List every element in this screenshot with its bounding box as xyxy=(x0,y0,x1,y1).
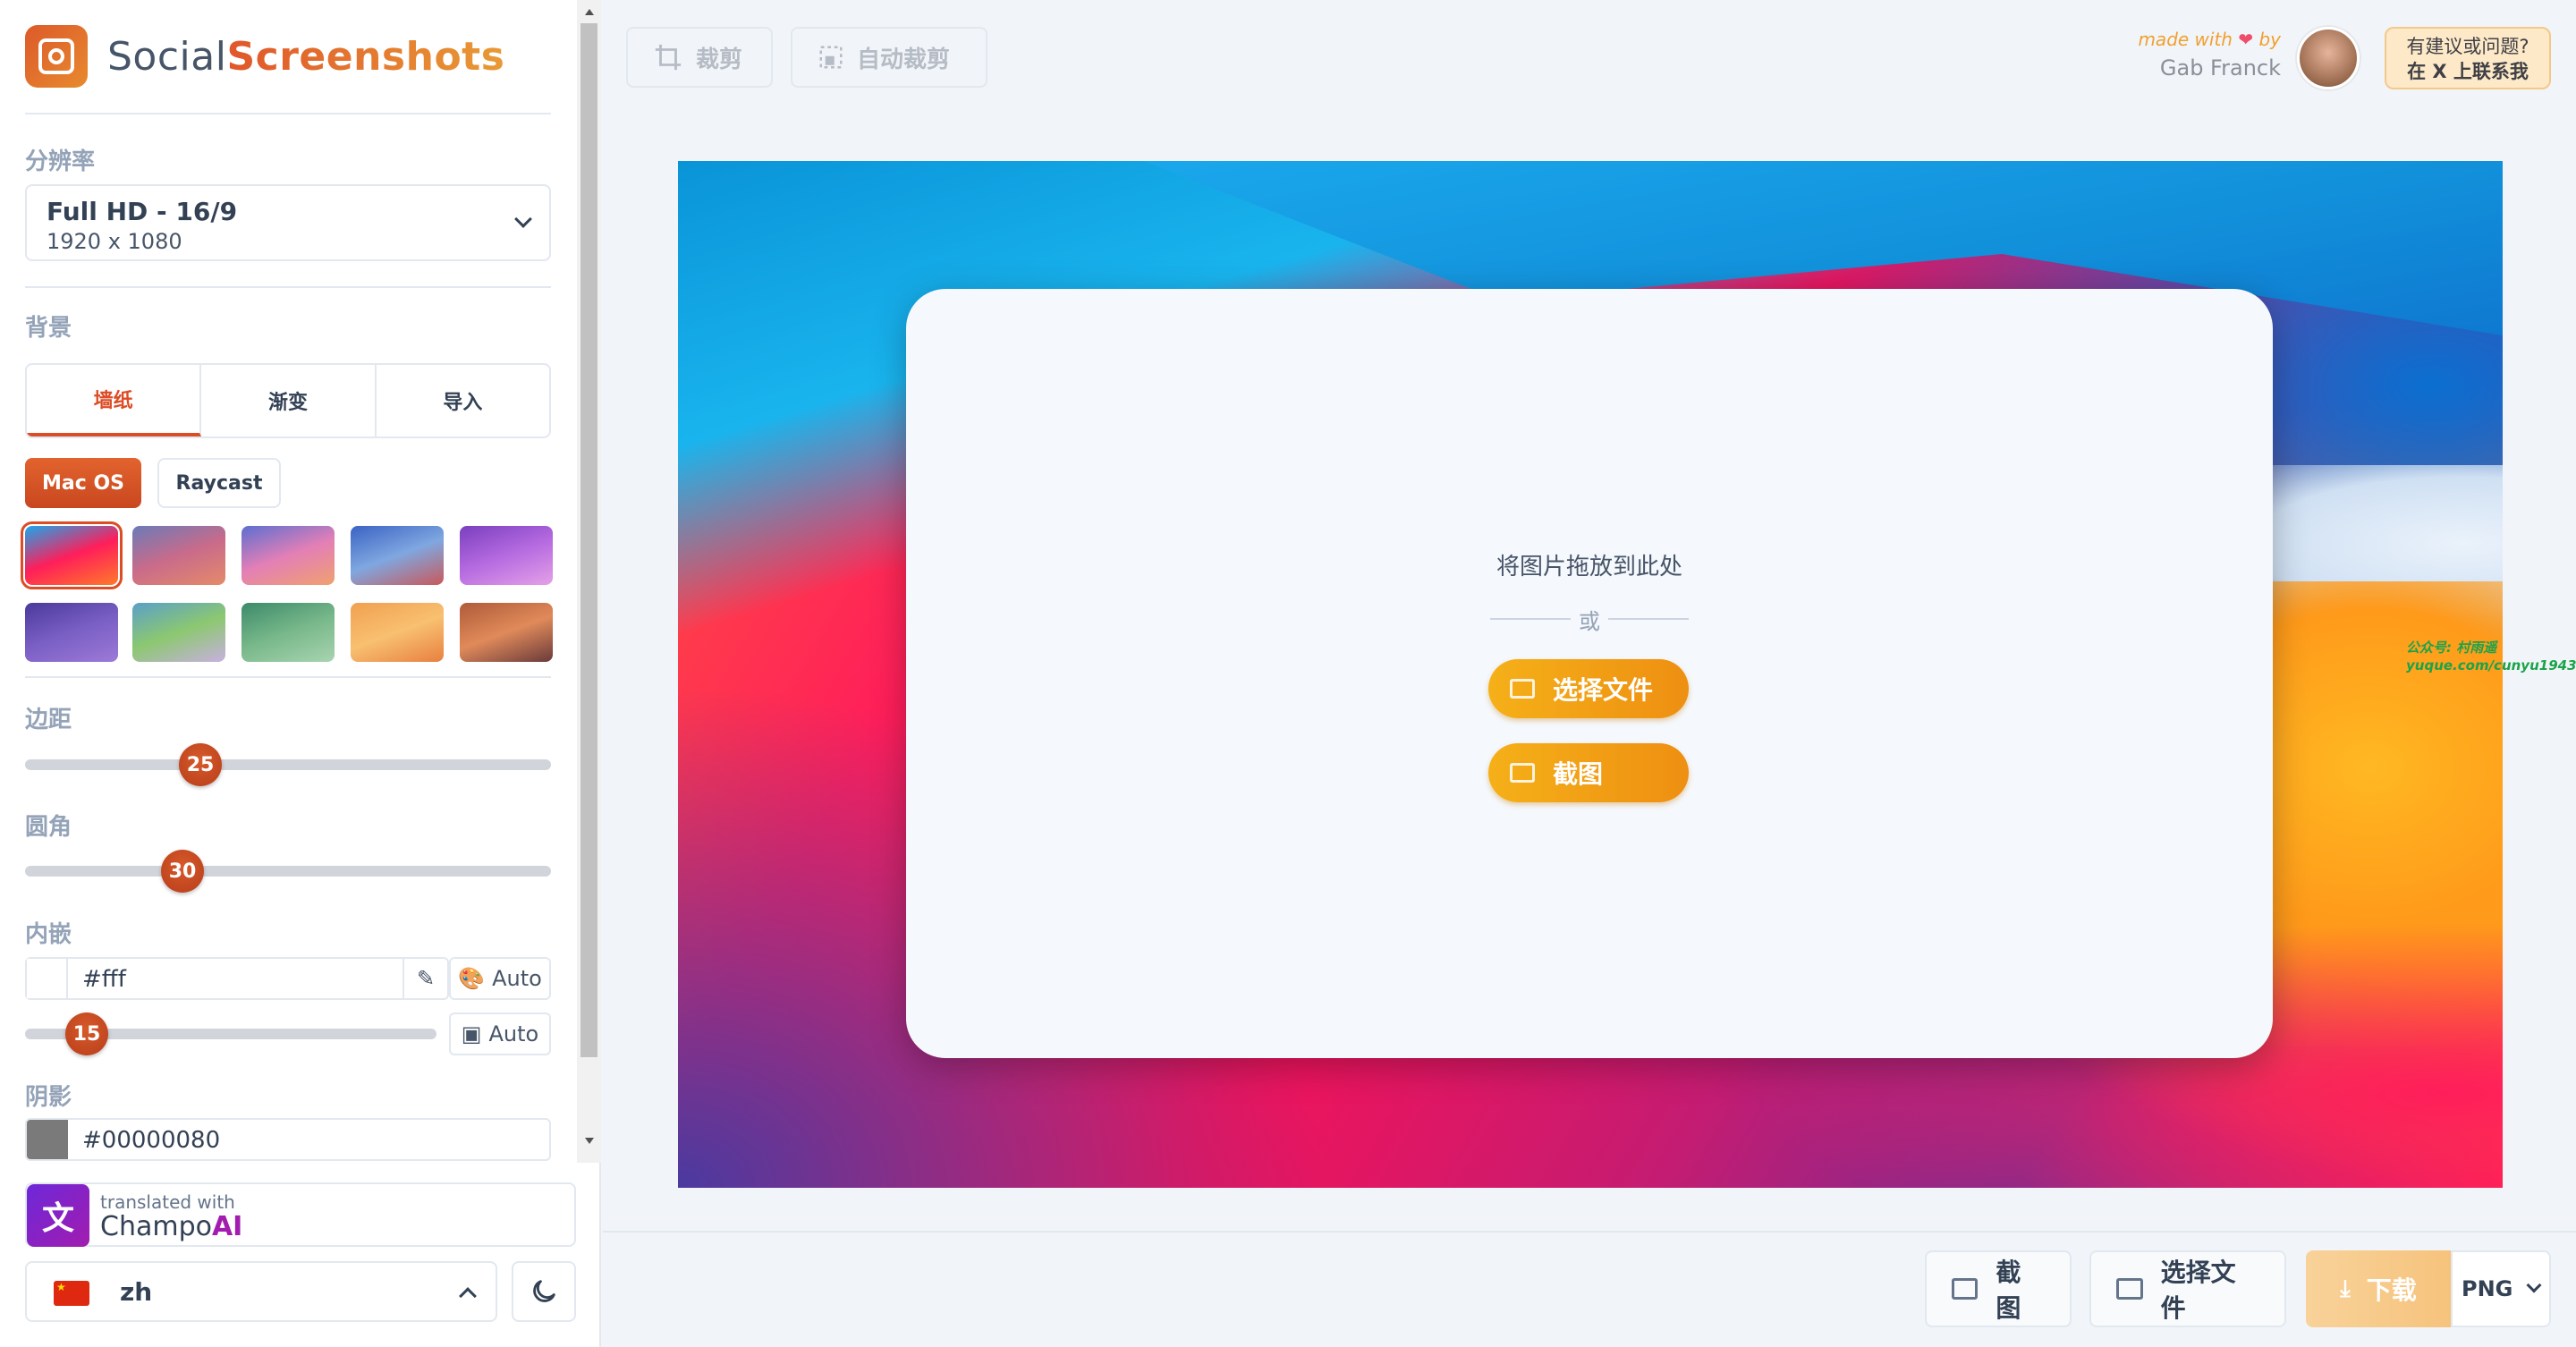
shadow-color-swatch[interactable] xyxy=(27,1120,68,1159)
contact-button[interactable]: 有建议或问题? 在 X 上联系我 xyxy=(2385,27,2551,89)
language-select[interactable]: zh xyxy=(25,1261,497,1322)
scrollbar-thumb[interactable] xyxy=(580,23,597,1057)
tab-gradient[interactable]: 渐变 xyxy=(201,365,377,436)
radius-slider-track[interactable] xyxy=(25,866,551,877)
choose-file-button[interactable]: 选择文件 xyxy=(1488,659,1689,718)
inset-color-swatch[interactable] xyxy=(27,959,68,998)
screenshot-icon xyxy=(1952,1278,1979,1300)
palette-icon: 🎨 xyxy=(458,966,486,991)
inset-auto-color-button[interactable]: 🎨 Auto xyxy=(449,957,551,1000)
radius-label: 圆角 xyxy=(25,814,72,841)
format-select[interactable]: PNG xyxy=(2451,1250,2551,1327)
shadow-color-value[interactable]: #00000080 xyxy=(82,1127,220,1154)
watermark: 公众号: 村雨遥 yuque.com/cunyu1943 xyxy=(2406,640,2576,674)
inset-color-value[interactable]: #fff xyxy=(82,966,126,993)
image-icon xyxy=(2116,1278,2143,1300)
drop-hint: 将图片拖放到此处 xyxy=(1496,554,1682,580)
wallpaper-thumbnail[interactable] xyxy=(460,526,553,585)
language-code: zh xyxy=(120,1277,153,1307)
shadow-label: 阴影 xyxy=(25,1084,72,1111)
china-flag-icon xyxy=(54,1281,89,1306)
author-name: Gab Franck xyxy=(2159,55,2281,80)
chevron-down-icon xyxy=(2526,1277,2542,1293)
inset-auto-size-button[interactable]: ▣ Auto xyxy=(449,1012,551,1055)
scroll-down-arrow-icon[interactable] xyxy=(585,1138,594,1144)
resolution-size: 1920 x 1080 xyxy=(47,229,182,254)
app-logo-icon xyxy=(25,25,88,88)
chevron-up-icon xyxy=(459,1287,477,1305)
author-credit[interactable]: made with ❤ by Gab Franck xyxy=(2120,29,2281,80)
wallpaper-thumbnail[interactable] xyxy=(351,526,444,585)
or-label: 或 xyxy=(1579,609,1600,634)
eyedropper-icon[interactable]: ✎ xyxy=(402,959,447,998)
resolution-label: 分辨率 xyxy=(25,148,96,175)
wallpaper-thumbnail[interactable] xyxy=(25,603,118,662)
source-macos-button[interactable]: Mac OS xyxy=(25,458,141,508)
crop-button[interactable]: 裁剪 xyxy=(626,27,773,88)
background-label: 背景 xyxy=(25,315,72,342)
divider xyxy=(25,676,551,678)
tab-import[interactable]: 导入 xyxy=(377,365,549,436)
wallpaper-thumbnail[interactable] xyxy=(21,521,123,589)
resolution-select[interactable]: Full HD - 16/9 1920 x 1080 xyxy=(25,184,551,261)
download-button[interactable]: ⤓ 下载 xyxy=(2306,1250,2451,1327)
brand-name: SocialScreenshots xyxy=(107,34,505,80)
footer-screenshot-button[interactable]: 截图 xyxy=(1925,1250,2072,1327)
wallpaper-thumbnail[interactable] xyxy=(132,526,225,585)
padding-label: 边距 xyxy=(25,707,72,733)
footer-choose-file-button[interactable]: 选择文件 xyxy=(2089,1250,2286,1327)
sidebar-scroll-area: SocialScreenshots 分辨率 Full HD - 16/9 192… xyxy=(0,0,577,1163)
moon-icon xyxy=(533,1280,555,1302)
source-raycast-button[interactable]: Raycast xyxy=(157,458,281,508)
radius-slider-knob[interactable]: 30 xyxy=(161,850,204,893)
download-icon: ⤓ xyxy=(2340,1275,2351,1302)
sidebar: SocialScreenshots 分辨率 Full HD - 16/9 192… xyxy=(0,0,601,1347)
scroll-up-arrow-icon[interactable] xyxy=(585,9,594,15)
tab-wallpaper[interactable]: 墙纸 xyxy=(27,365,202,436)
inset-color-field[interactable]: #fff ✎ xyxy=(25,957,449,1000)
screenshot-button[interactable]: 截图 xyxy=(1488,743,1689,802)
drop-zone[interactable]: 将图片拖放到此处 或 选择文件 截图 xyxy=(906,289,2273,1058)
screenshot-icon xyxy=(1510,763,1535,783)
padding-slider-track[interactable] xyxy=(25,759,551,770)
background-tabs: 墙纸 渐变 导入 xyxy=(25,363,551,438)
translate-icon: 文 xyxy=(27,1184,89,1247)
wallpaper-thumbnail[interactable] xyxy=(242,526,335,585)
auto-crop-icon xyxy=(819,46,843,69)
heart-icon: ❤ xyxy=(2238,29,2254,50)
sidebar-scrollbar[interactable] xyxy=(577,0,601,1163)
author-avatar[interactable] xyxy=(2297,27,2360,89)
wallpaper-thumbnail[interactable] xyxy=(351,603,444,662)
champo-ai-badge[interactable]: 文 translated with ChampoAI xyxy=(25,1182,576,1247)
image-icon xyxy=(1510,679,1535,699)
wallpaper-thumbnail[interactable] xyxy=(460,603,553,662)
crop-icon xyxy=(655,44,682,71)
resolution-name: Full HD - 16/9 xyxy=(47,197,238,226)
auto-crop-button[interactable]: 自动裁剪 xyxy=(791,27,987,88)
inset-label: 内嵌 xyxy=(25,921,72,948)
dark-mode-toggle[interactable] xyxy=(512,1261,576,1322)
inset-slider-knob[interactable]: 15 xyxy=(65,1012,108,1055)
divider xyxy=(25,286,551,288)
chevron-down-icon xyxy=(514,210,532,228)
auto-crop-icon: ▣ xyxy=(461,1021,482,1046)
divider xyxy=(25,113,551,114)
padding-slider-knob[interactable]: 25 xyxy=(179,743,222,786)
wallpaper-thumbnail[interactable] xyxy=(242,603,335,662)
wallpaper-thumbnail[interactable] xyxy=(132,603,225,662)
shadow-color-field[interactable]: #00000080 xyxy=(25,1118,551,1161)
